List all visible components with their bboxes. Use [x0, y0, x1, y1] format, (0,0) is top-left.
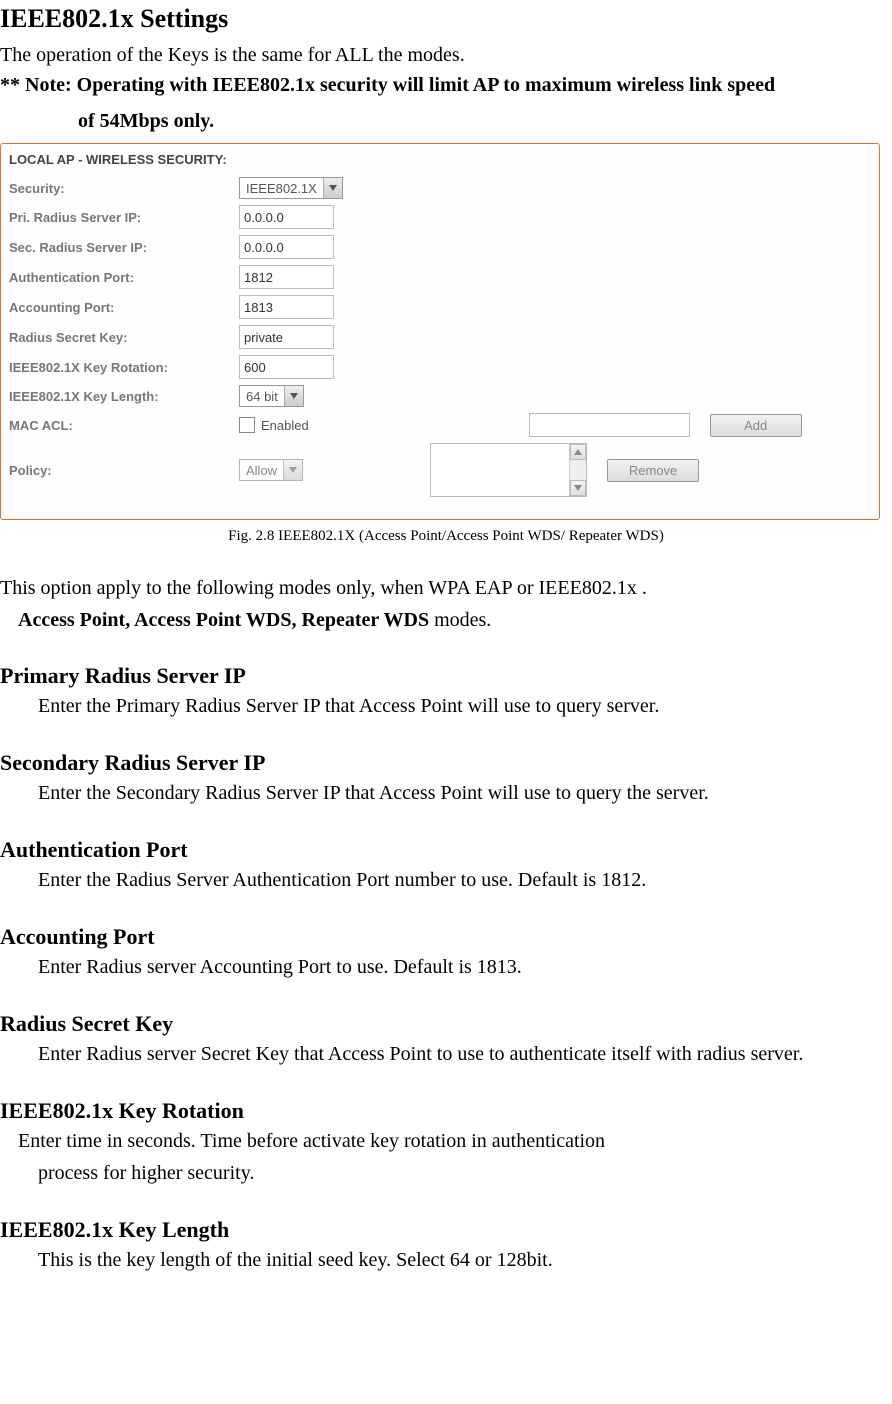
secret-key-label: Radius Secret Key:: [9, 330, 239, 345]
secret-key-heading: Radius Secret Key: [0, 1011, 892, 1037]
mac-acl-enabled-text: Enabled: [261, 418, 309, 433]
figure-caption: Fig. 2.8 IEEE802.1X (Access Point/Access…: [0, 528, 892, 545]
modes-rest: modes.: [429, 609, 491, 631]
sec-radius-label: Sec. Radius Server IP:: [9, 240, 239, 255]
remove-button[interactable]: Remove: [607, 459, 699, 482]
secret-key-desc: Enter Radius server Secret Key that Acce…: [38, 1039, 892, 1070]
sec-radius-input[interactable]: [239, 235, 334, 259]
modes-bold: Access Point, Access Point WDS, Repeater…: [18, 609, 429, 631]
modes-text: Access Point, Access Point WDS, Repeater…: [18, 605, 892, 635]
panel-heading: LOCAL AP - WIRELESS SECURITY:: [9, 150, 871, 169]
key-length-label: IEEE802.1X Key Length:: [9, 389, 239, 404]
scrollbar[interactable]: [569, 444, 586, 496]
intro-text: The operation of the Keys is the same fo…: [0, 44, 892, 67]
key-length-desc: This is the key length of the initial se…: [38, 1245, 892, 1276]
secondary-radius-heading: Secondary Radius Server IP: [0, 750, 892, 776]
acct-port-input[interactable]: [239, 295, 334, 319]
mac-acl-checkbox[interactable]: [239, 417, 255, 433]
key-rotation-desc-2: process for higher security.: [38, 1158, 892, 1189]
chevron-down-icon: [323, 178, 342, 198]
secondary-radius-desc: Enter the Secondary Radius Server IP tha…: [38, 778, 892, 809]
key-rotation-label: IEEE802.1X Key Rotation:: [9, 360, 239, 375]
policy-value: Allow: [240, 461, 283, 480]
wireless-security-panel: LOCAL AP - WIRELESS SECURITY: Security: …: [0, 143, 880, 520]
page-title: IEEE802.1x Settings: [0, 4, 892, 34]
secret-key-input[interactable]: [239, 325, 334, 349]
auth-port-desc: Enter the Radius Server Authentication P…: [38, 865, 892, 896]
add-button[interactable]: Add: [710, 414, 802, 437]
security-value: IEEE802.1X: [240, 179, 323, 198]
key-length-value: 64 bit: [240, 387, 284, 406]
pri-radius-label: Pri. Radius Server IP:: [9, 210, 239, 225]
security-label: Security:: [9, 181, 239, 196]
policy-select[interactable]: Allow: [239, 459, 303, 481]
mac-acl-label: MAC ACL:: [9, 418, 239, 433]
key-length-select[interactable]: 64 bit: [239, 385, 304, 407]
auth-port-label: Authentication Port:: [9, 270, 239, 285]
auth-port-heading: Authentication Port: [0, 837, 892, 863]
pri-radius-input[interactable]: [239, 205, 334, 229]
scroll-down-icon[interactable]: [570, 480, 586, 496]
mac-acl-input[interactable]: [529, 413, 690, 437]
key-rotation-input[interactable]: [239, 355, 334, 379]
primary-radius-heading: Primary Radius Server IP: [0, 663, 892, 689]
scroll-up-icon[interactable]: [570, 444, 586, 460]
primary-radius-desc: Enter the Primary Radius Server IP that …: [38, 691, 892, 722]
acct-port-heading: Accounting Port: [0, 924, 892, 950]
chevron-down-icon: [283, 460, 302, 480]
security-select[interactable]: IEEE802.1X: [239, 177, 343, 199]
apply-text: This option apply to the following modes…: [0, 573, 892, 603]
acct-port-desc: Enter Radius server Accounting Port to u…: [38, 952, 892, 983]
note-line-1: ** Note: Operating with IEEE802.1x secur…: [0, 69, 892, 101]
note-line-2: of 54Mbps only.: [78, 105, 892, 137]
key-length-heading: IEEE802.1x Key Length: [0, 1217, 892, 1243]
key-rotation-heading: IEEE802.1x Key Rotation: [0, 1098, 892, 1124]
acct-port-label: Accounting Port:: [9, 300, 239, 315]
mac-list-box[interactable]: [430, 443, 587, 497]
chevron-down-icon: [284, 386, 303, 406]
auth-port-input[interactable]: [239, 265, 334, 289]
key-rotation-desc-1: Enter time in seconds. Time before activ…: [18, 1126, 892, 1157]
policy-label: Policy:: [9, 463, 239, 478]
